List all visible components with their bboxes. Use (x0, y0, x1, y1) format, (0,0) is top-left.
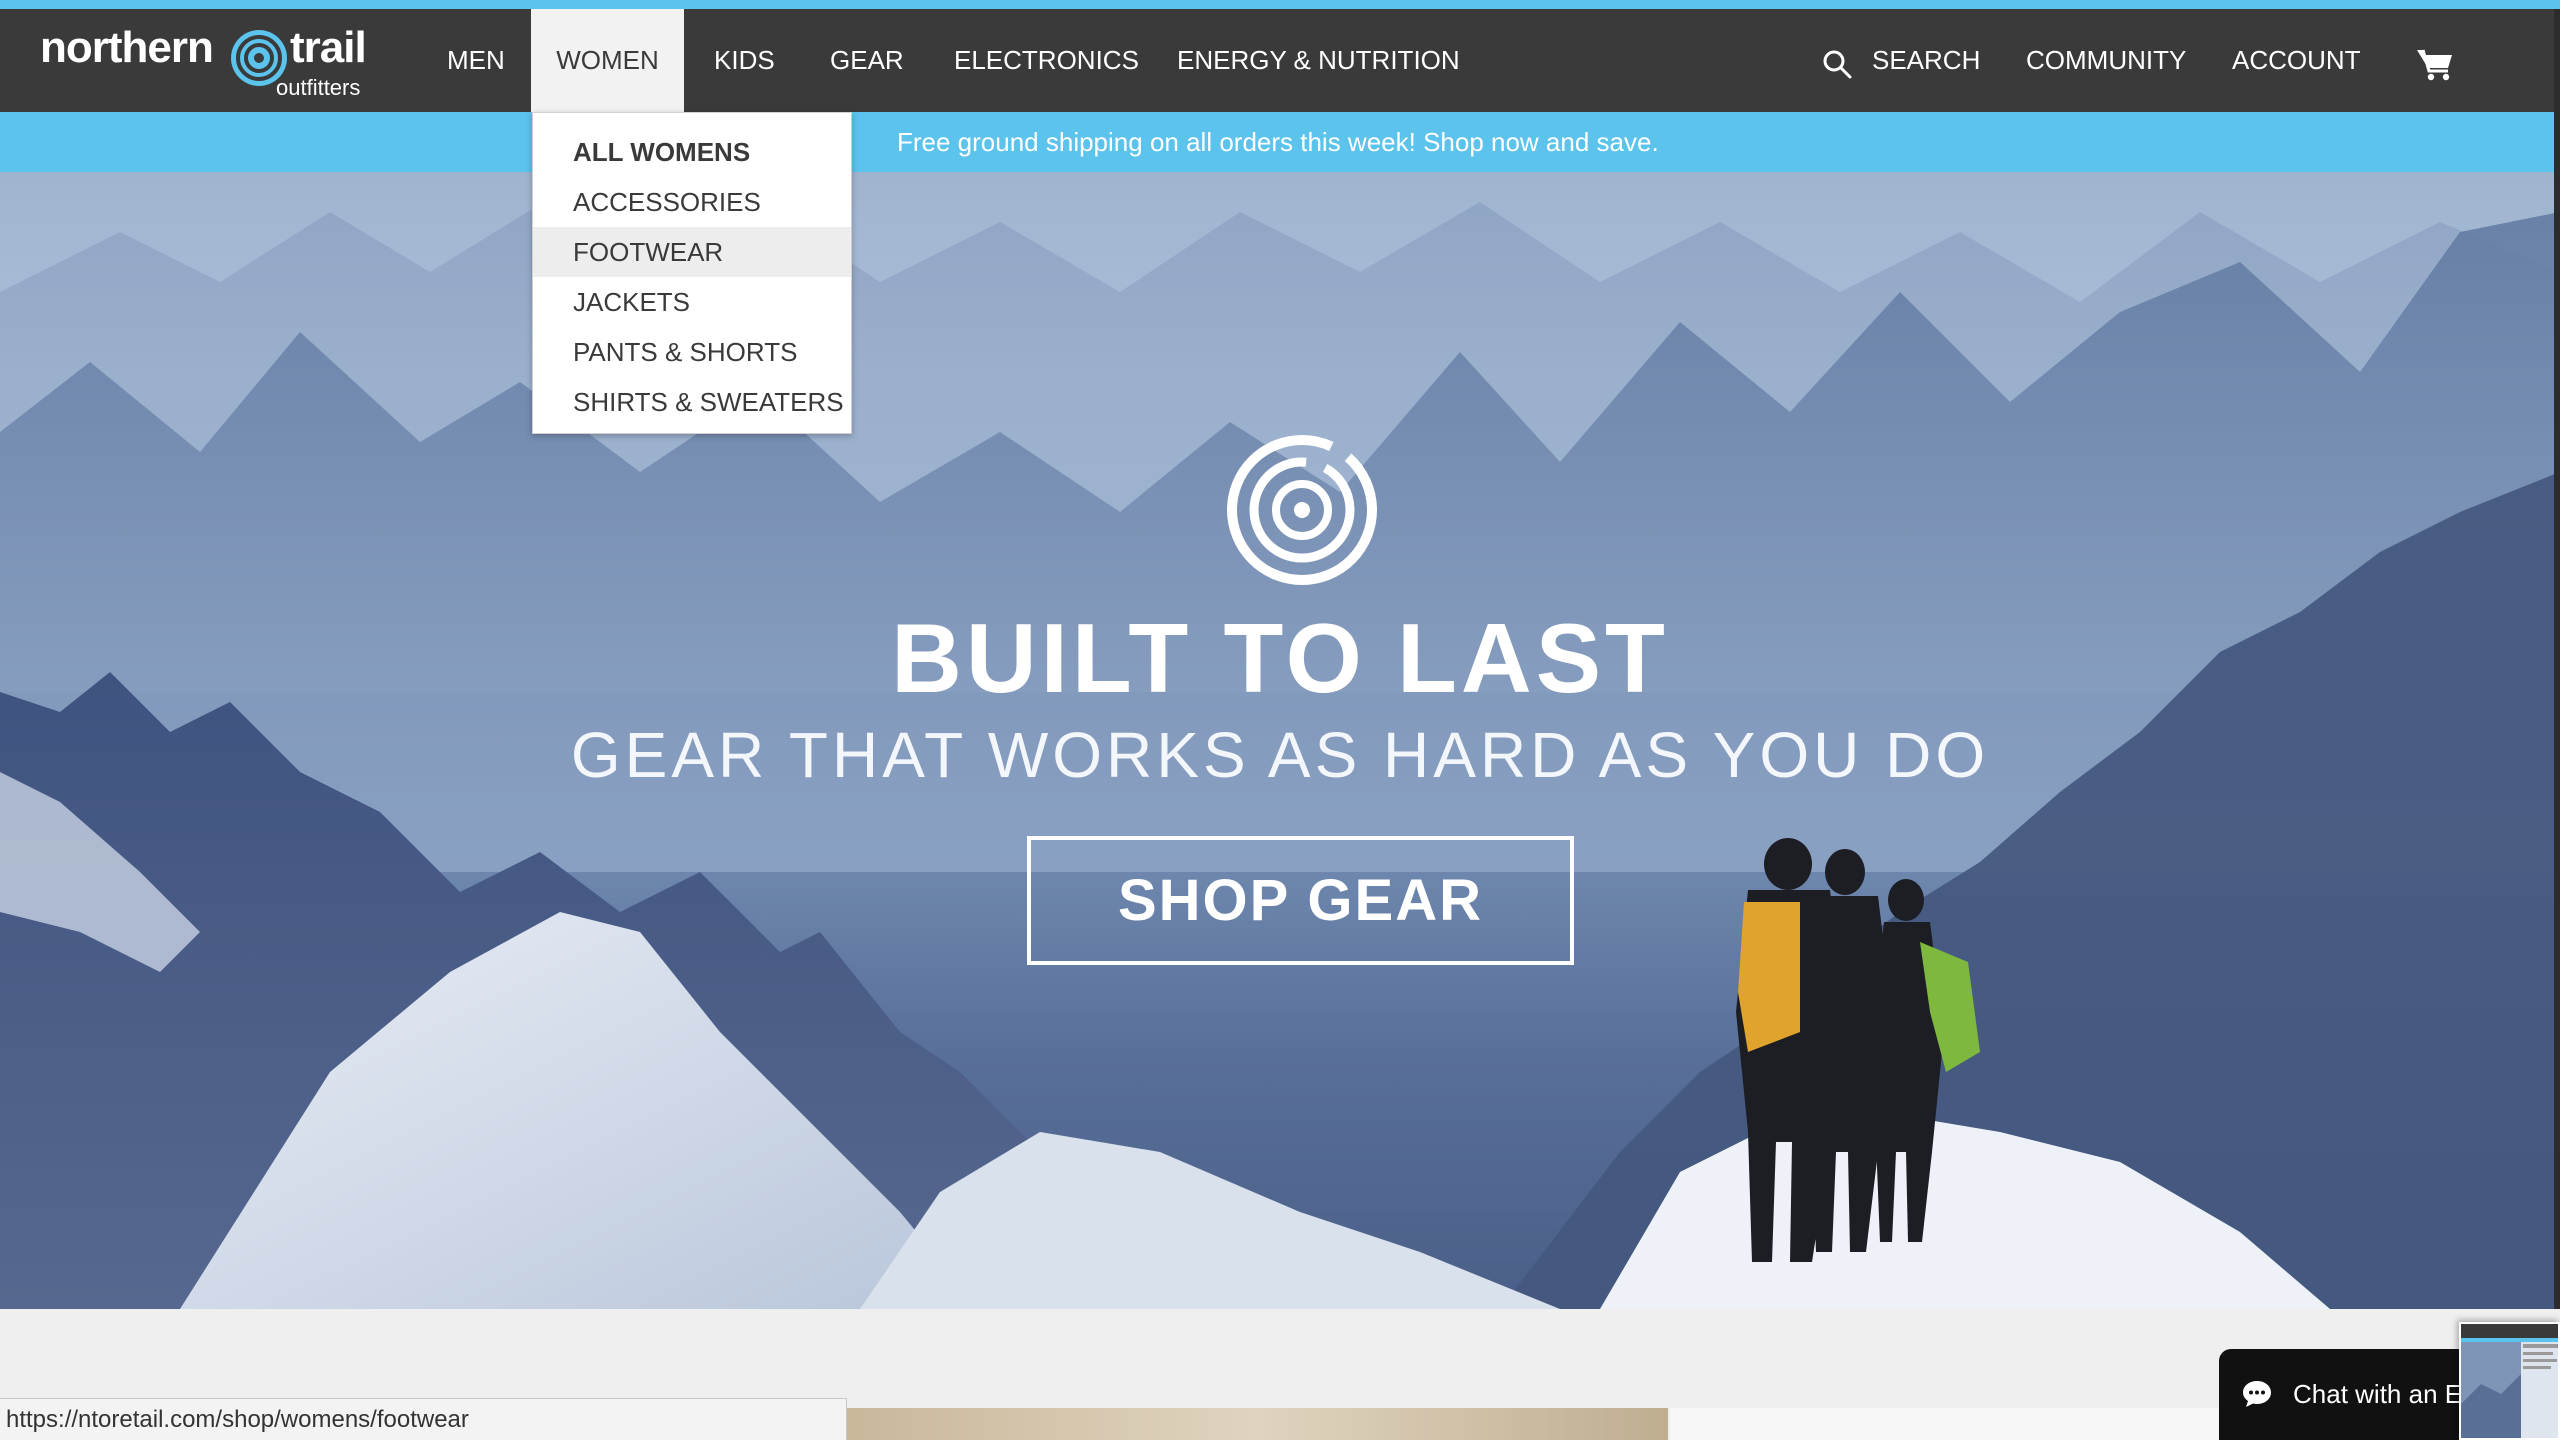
top-accent-line (0, 0, 2560, 9)
shop-gear-button[interactable]: SHOP GEAR (1027, 836, 1574, 965)
logo-word-trail: trail (290, 23, 367, 72)
nav-gear[interactable]: GEAR (800, 9, 934, 112)
promo-banner[interactable]: Free ground shipping on all orders this … (0, 112, 2560, 172)
page-preview-thumbnail[interactable] (2459, 1322, 2560, 1440)
account-link[interactable]: ACCOUNT (2232, 9, 2361, 112)
hero-banner[interactable]: BUILT TO LAST GEAR THAT WORKS AS HARD AS… (0, 172, 2560, 1309)
nav-women[interactable]: WOMEN (531, 9, 684, 112)
promo-tile-image[interactable] (846, 1408, 1668, 1440)
logo-word-northern: northern (40, 23, 214, 72)
menu-item-accessories[interactable]: ACCESSORIES (533, 177, 851, 227)
browser-status-url: https://ntoretail.com/shop/womens/footwe… (0, 1398, 847, 1440)
cart-icon[interactable] (2416, 47, 2454, 81)
menu-item-all-womens[interactable]: ALL WOMENS (533, 127, 851, 177)
menu-item-footwear[interactable]: FOOTWEAR (533, 227, 851, 277)
chat-bubble-icon (2243, 1381, 2271, 1407)
menu-item-shirts-sweaters[interactable]: SHIRTS & SWEATERS (533, 377, 851, 427)
hero-subtitle: GEAR THAT WORKS AS HARD AS YOU DO (570, 719, 1990, 791)
window-edge-scrollbar[interactable] (2554, 9, 2560, 1309)
nav-electronics[interactable]: ELECTRONICS (924, 9, 1169, 112)
brand-logo[interactable]: northern trail outfitters (40, 19, 380, 105)
chat-label: Chat with an Ex (2293, 1379, 2476, 1409)
logo-word-outfitters: outfitters (276, 75, 361, 100)
nav-men[interactable]: MEN (417, 9, 535, 112)
community-link[interactable]: COMMUNITY (2026, 9, 2186, 112)
hero-title: BUILT TO LAST (891, 603, 1669, 713)
menu-item-jackets[interactable]: JACKETS (533, 277, 851, 327)
promo-text: Free ground shipping on all orders this … (897, 127, 1659, 157)
menu-item-pants-shorts[interactable]: PANTS & SHORTS (533, 327, 851, 377)
site-header: northern trail outfitters MEN WOMEN KIDS… (0, 9, 2560, 112)
search-icon[interactable] (1822, 49, 1852, 79)
nav-energy-nutrition[interactable]: ENERGY & NUTRITION (1147, 9, 1490, 112)
hero-swirl-icon (1227, 435, 1377, 585)
nav-kids[interactable]: KIDS (684, 9, 805, 112)
women-dropdown-menu: ALL WOMENS ACCESSORIES FOOTWEAR JACKETS … (532, 112, 852, 434)
search-link[interactable]: SEARCH (1872, 9, 1980, 112)
preview-image (2461, 1324, 2558, 1438)
